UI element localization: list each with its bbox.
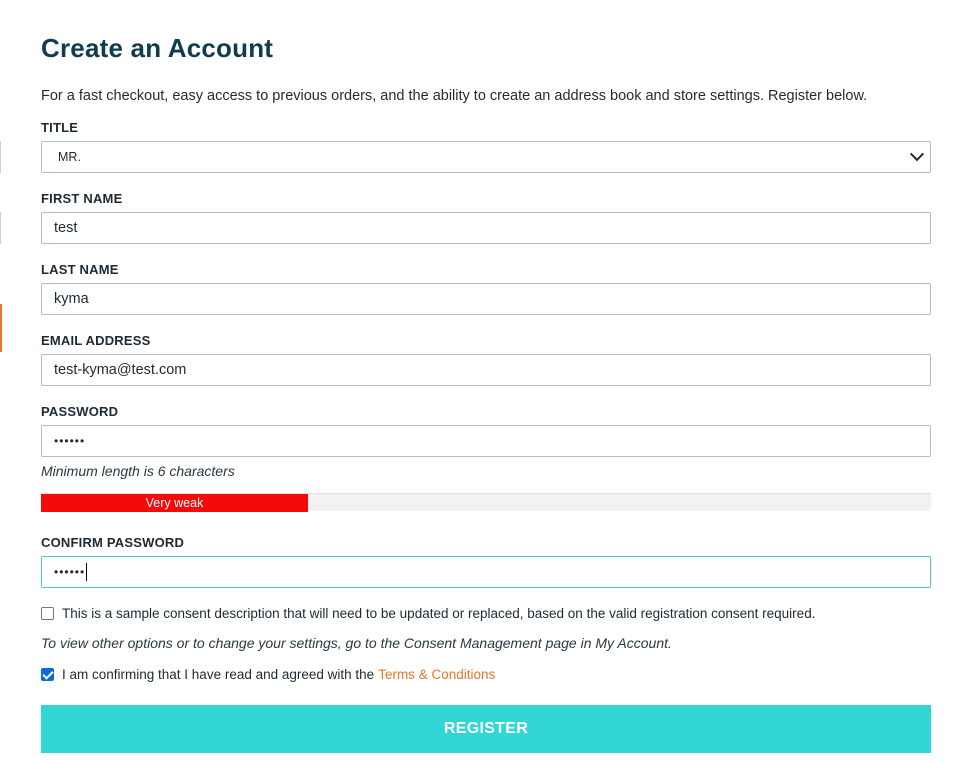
- password-masked-value: ••••••: [54, 434, 86, 448]
- first-name-input[interactable]: test: [41, 212, 931, 244]
- title-select[interactable]: MR.: [41, 141, 931, 173]
- confirm-password-label: CONFIRM PASSWORD: [41, 535, 185, 550]
- consent-settings-note: To view other options or to change your …: [41, 635, 672, 651]
- edge-marker: [0, 141, 1, 173]
- first-name-value: test: [54, 220, 78, 236]
- password-label: PASSWORD: [41, 404, 119, 419]
- title-label: TITLE: [41, 120, 79, 135]
- password-input[interactable]: ••••••: [41, 425, 931, 457]
- intro-text: For a fast checkout, easy access to prev…: [41, 88, 868, 104]
- consent-row: This is a sample consent description tha…: [41, 606, 815, 621]
- page-title: Create an Account: [41, 33, 274, 63]
- password-strength-meter: Very weak: [41, 493, 931, 512]
- terms-conditions-link[interactable]: Terms & Conditions: [378, 667, 495, 682]
- email-input[interactable]: test-kyma@test.com: [41, 354, 931, 386]
- email-label: EMAIL ADDRESS: [41, 333, 151, 348]
- edge-marker-active: [0, 304, 2, 352]
- terms-text: I am confirming that I have read and agr…: [62, 667, 375, 682]
- edge-marker: [0, 212, 1, 244]
- text-cursor: [86, 563, 88, 581]
- confirm-password-input[interactable]: ••••••: [41, 556, 931, 588]
- first-name-label: FIRST NAME: [41, 191, 123, 206]
- email-value: test-kyma@test.com: [54, 362, 187, 378]
- consent-text: This is a sample consent description tha…: [62, 606, 816, 621]
- password-strength-bar: Very weak: [41, 494, 308, 512]
- last-name-input[interactable]: kyma: [41, 283, 931, 315]
- confirm-password-masked-value: ••••••: [54, 565, 86, 579]
- register-button[interactable]: REGISTER: [41, 705, 931, 753]
- password-strength-label: Very weak: [145, 496, 204, 510]
- last-name-value: kyma: [54, 291, 89, 307]
- terms-checkbox[interactable]: [41, 668, 54, 681]
- left-edge-markers: [0, 0, 4, 763]
- terms-row: I am confirming that I have read and agr…: [41, 667, 495, 682]
- consent-checkbox[interactable]: [41, 607, 54, 620]
- title-select-value: MR.: [58, 150, 81, 164]
- password-hint: Minimum length is 6 characters: [41, 463, 235, 479]
- chevron-down-icon: [909, 147, 925, 162]
- last-name-label: LAST NAME: [41, 262, 119, 277]
